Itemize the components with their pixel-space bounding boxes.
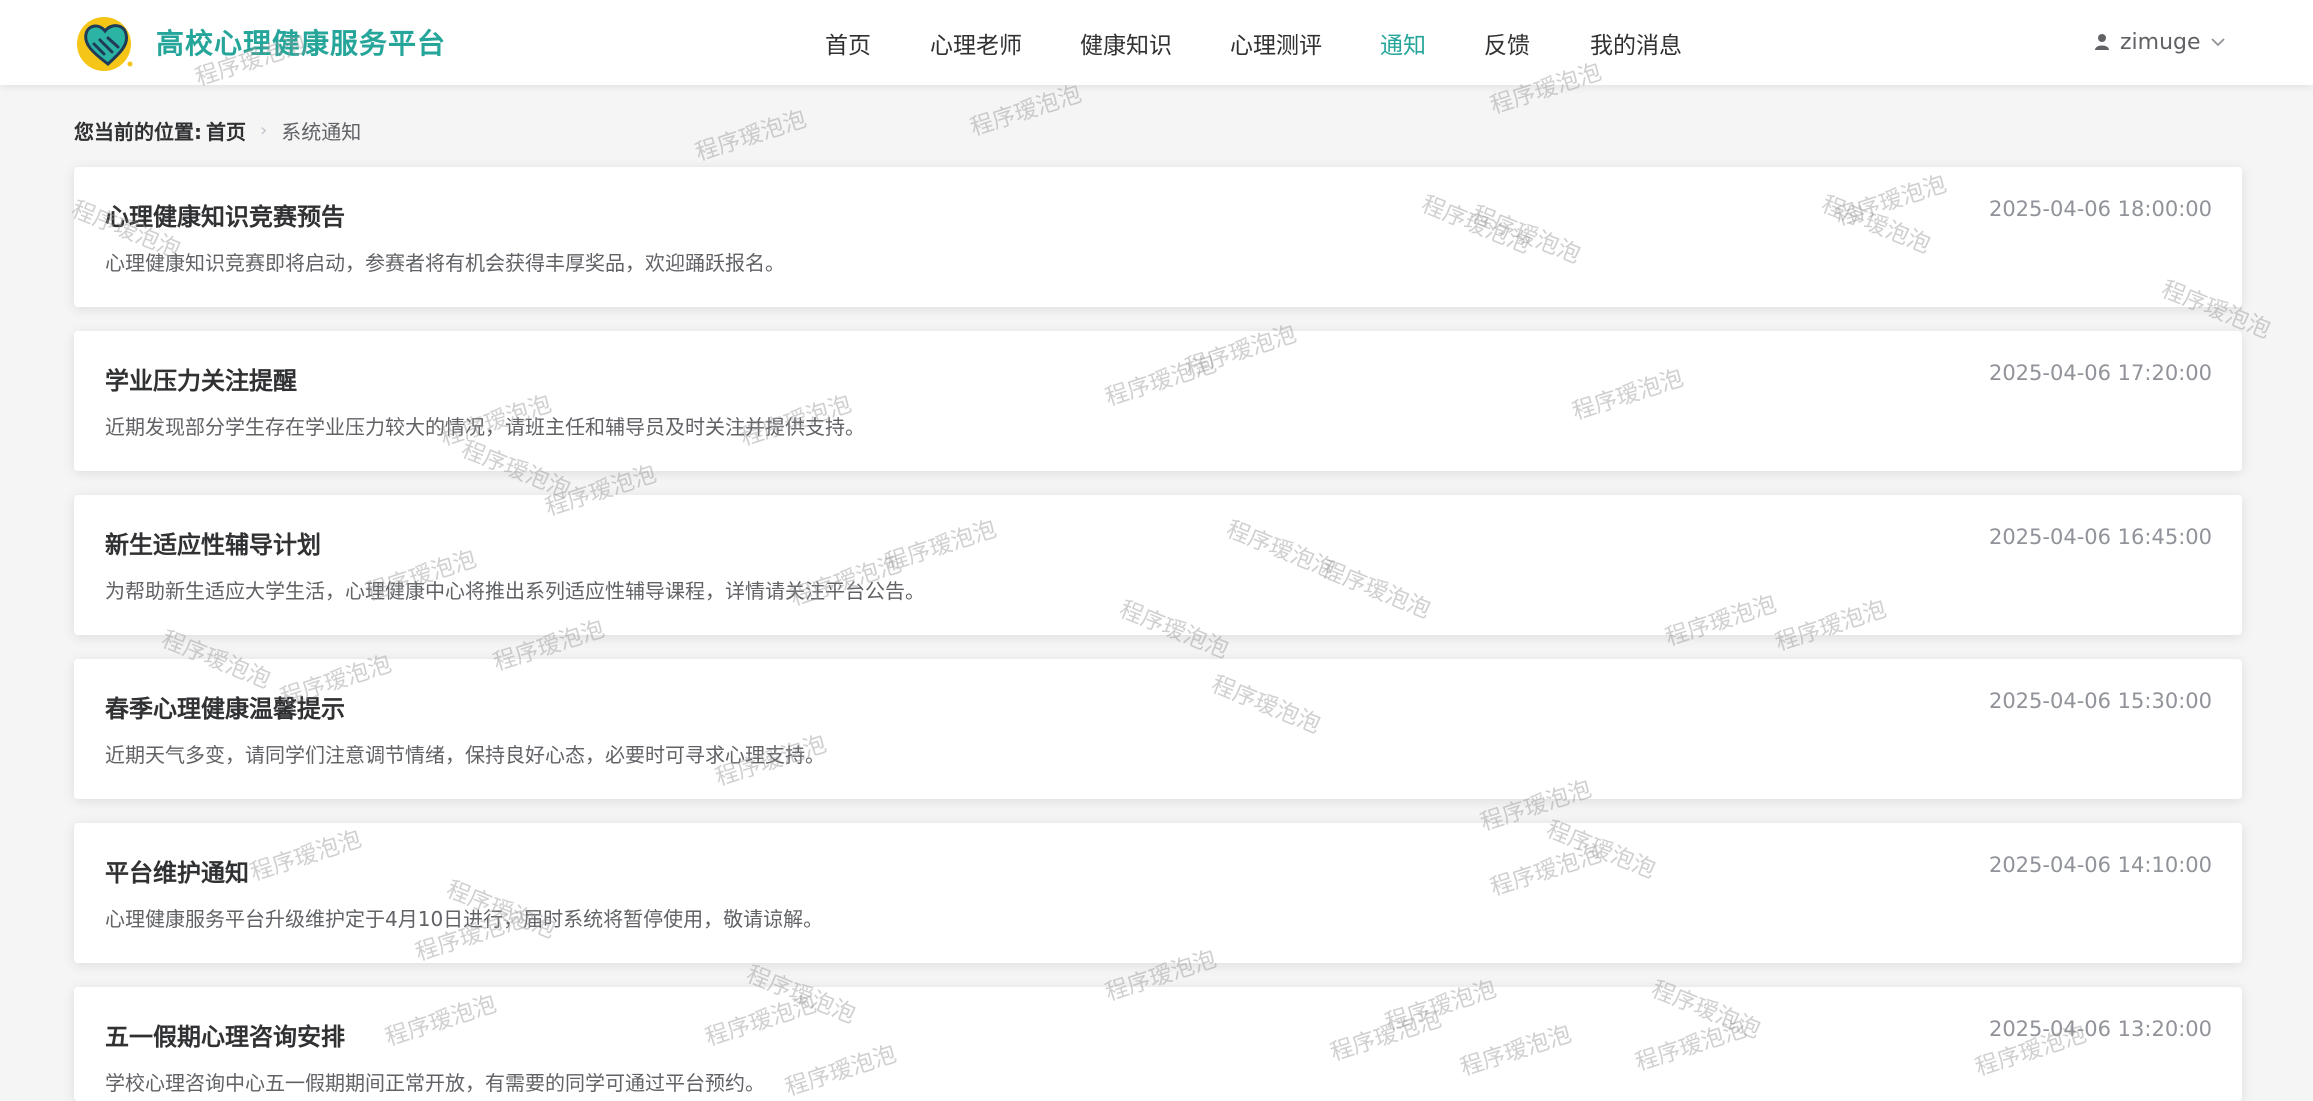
user-name: zimuge	[2120, 29, 2201, 55]
user-icon	[2095, 34, 2109, 50]
notice-date: 2025-04-06 14:10:00	[1988, 853, 2212, 877]
watermark-text: 程序瑷泡泡	[692, 106, 810, 167]
notice-date: 2025-04-06 15:30:00	[1988, 689, 2212, 713]
breadcrumb-home-link[interactable]: 首页	[206, 116, 246, 145]
nav-item-messages[interactable]: 我的消息	[1590, 26, 1682, 60]
nav-item-knowledge[interactable]: 健康知识	[1080, 26, 1172, 60]
notice-title: 五一假期心理咨询安排	[105, 1023, 345, 1051]
nav-item-notices[interactable]: 通知	[1380, 26, 1426, 60]
main-nav: 首页 心理老师 健康知识 心理测评 通知 反馈 我的消息	[0, 0, 2313, 85]
chevron-down-icon	[2210, 38, 2225, 47]
nav-item-home[interactable]: 首页	[825, 26, 871, 60]
notice-title: 春季心理健康温馨提示	[105, 695, 345, 723]
notice-desc: 心理健康服务平台升级维护定于4月10日进行，届时系统将暂停使用，敬请谅解。	[105, 907, 824, 931]
notice-card[interactable]: 学业压力关注提醒 2025-04-06 17:20:00 近期发现部分学生存在学…	[74, 331, 2242, 471]
notice-card[interactable]: 平台维护通知 2025-04-06 14:10:00 心理健康服务平台升级维护定…	[74, 823, 2242, 963]
notice-desc: 为帮助新生适应大学生活，心理健康中心将推出系列适应性辅导课程，详情请关注平台公告…	[105, 579, 925, 603]
top-header: 高校心理健康服务平台 首页 心理老师 健康知识 心理测评 通知 反馈 我的消息 …	[0, 0, 2313, 85]
notice-desc: 心理健康知识竞赛即将启动，参赛者将有机会获得丰厚奖品，欢迎踊跃报名。	[105, 251, 785, 275]
notice-title: 平台维护通知	[105, 859, 249, 887]
notice-title: 新生适应性辅导计划	[105, 531, 321, 559]
notice-card[interactable]: 心理健康知识竞赛预告 2025-04-06 18:00:00 心理健康知识竞赛即…	[74, 167, 2242, 307]
notice-card[interactable]: 新生适应性辅导计划 2025-04-06 16:45:00 为帮助新生适应大学生…	[74, 495, 2242, 635]
chevron-right-icon: ›	[260, 120, 268, 141]
breadcrumb-current: 系统通知	[281, 120, 362, 144]
notice-card[interactable]: 春季心理健康温馨提示 2025-04-06 15:30:00 近期天气多变，请同…	[74, 659, 2242, 799]
nav-item-assessment[interactable]: 心理测评	[1230, 26, 1322, 60]
notice-desc: 学校心理咨询中心五一假期期间正常开放，有需要的同学可通过平台预约。	[105, 1071, 765, 1095]
notice-desc: 近期天气多变，请同学们注意调节情绪，保持良好心态，必要时可寻求心理支持。	[105, 743, 825, 767]
breadcrumb: 您当前的位置: 首页 › 系统通知	[74, 116, 361, 145]
notice-card[interactable]: 五一假期心理咨询安排 2025-04-06 13:20:00 学校心理咨询中心五…	[74, 987, 2242, 1101]
nav-item-feedback[interactable]: 反馈	[1484, 26, 1530, 60]
notice-title: 学业压力关注提醒	[105, 367, 297, 395]
notice-title: 心理健康知识竞赛预告	[105, 203, 345, 231]
notice-date: 2025-04-06 13:20:00	[1988, 1017, 2212, 1041]
notice-date: 2025-04-06 16:45:00	[1988, 525, 2212, 549]
nav-item-teachers[interactable]: 心理老师	[930, 26, 1022, 60]
breadcrumb-label: 您当前的位置:	[74, 120, 202, 144]
notice-desc: 近期发现部分学生存在学业压力较大的情况，请班主任和辅导员及时关注并提供支持。	[105, 415, 865, 439]
notice-date: 2025-04-06 18:00:00	[1988, 197, 2212, 221]
user-menu[interactable]: zimuge	[2094, 28, 2235, 56]
notice-date: 2025-04-06 17:20:00	[1988, 361, 2212, 385]
